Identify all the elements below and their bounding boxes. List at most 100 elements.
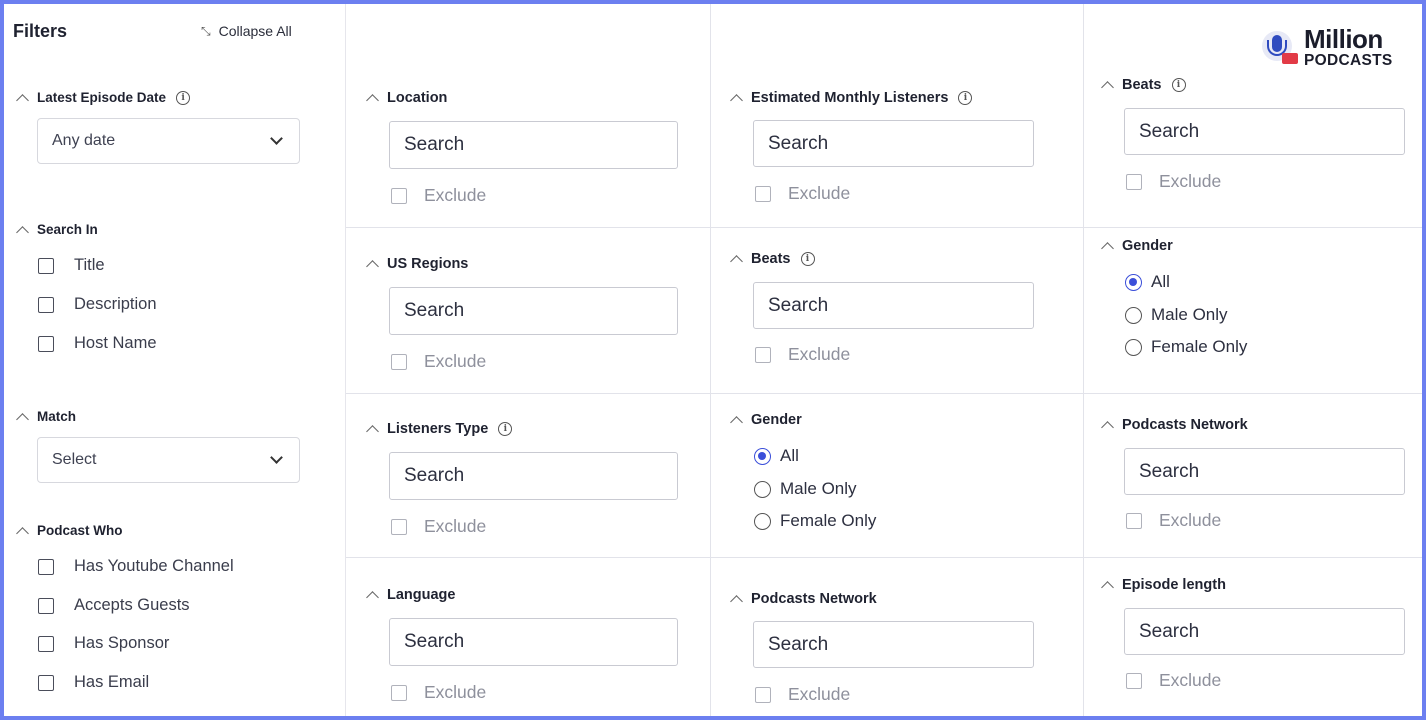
listeners-type-header[interactable]: Listeners Type i	[364, 421, 513, 438]
us-regions-header[interactable]: US Regions	[364, 256, 469, 273]
gender-header[interactable]: Gender	[728, 412, 802, 429]
radio-selected[interactable]	[754, 447, 771, 465]
podcasts-network-search-input-col3[interactable]: Search	[1124, 448, 1405, 495]
checkbox[interactable]	[391, 518, 407, 535]
search-in-host-name-checkbox[interactable]: Host Name	[38, 334, 157, 353]
location-search-input[interactable]: Search	[389, 121, 678, 169]
million-podcasts-logo: Million PODCASTS	[1260, 26, 1393, 69]
gender-header-col3[interactable]: Gender	[1099, 238, 1173, 255]
has-email-checkbox[interactable]: Has Email	[38, 673, 149, 692]
radio-label: Male Only	[780, 479, 857, 498]
exclude-label: Exclude	[424, 185, 487, 205]
us-regions-label: US Regions	[387, 256, 469, 272]
exclude-label: Exclude	[424, 682, 487, 702]
search-in-header[interactable]: Search In	[14, 222, 98, 239]
info-icon[interactable]: i	[498, 422, 513, 436]
us-regions-search-input[interactable]: Search	[389, 287, 678, 335]
info-icon[interactable]: i	[176, 90, 191, 105]
podcast-who-header[interactable]: Podcast Who	[14, 523, 123, 540]
checkbox[interactable]	[755, 686, 771, 703]
caret-up-icon	[730, 595, 743, 608]
episode-length-exclude-checkbox[interactable]: Exclude	[1126, 670, 1221, 691]
exclude-label: Exclude	[1159, 171, 1222, 191]
beats-search-input-col3[interactable]: Search	[1124, 108, 1405, 155]
podcast-who-label: Podcast Who	[37, 523, 123, 538]
checkbox[interactable]	[391, 353, 407, 370]
checkbox[interactable]	[755, 185, 771, 202]
checkbox[interactable]	[38, 597, 54, 614]
info-icon[interactable]: i	[958, 91, 973, 105]
radio[interactable]	[1125, 338, 1142, 356]
has-sponsor-checkbox[interactable]: Has Sponsor	[38, 634, 169, 653]
checkbox[interactable]	[38, 335, 54, 352]
search-in-description-checkbox[interactable]: Description	[38, 295, 157, 314]
gender-male-only-radio-col3[interactable]: Male Only	[1125, 305, 1228, 325]
podcasts-network-header-col3[interactable]: Podcasts Network	[1099, 417, 1248, 434]
checkbox[interactable]	[755, 346, 771, 363]
radio[interactable]	[754, 480, 771, 498]
checkbox[interactable]	[391, 187, 407, 204]
radio-selected[interactable]	[1125, 273, 1142, 291]
location-exclude-checkbox[interactable]: Exclude	[391, 185, 486, 206]
podcasts-network-search-input[interactable]: Search	[753, 621, 1034, 668]
location-header[interactable]: Location	[364, 90, 447, 107]
checkbox-label: Accepts Guests	[74, 596, 190, 614]
estimated-listeners-exclude-checkbox[interactable]: Exclude	[755, 183, 850, 204]
latest-episode-date-header[interactable]: Latest Episode Date i	[14, 90, 191, 107]
accepts-guests-checkbox[interactable]: Accepts Guests	[38, 596, 190, 615]
listeners-type-label: Listeners Type	[387, 421, 489, 437]
language-exclude-checkbox[interactable]: Exclude	[391, 682, 486, 703]
beats-label: Beats	[751, 251, 791, 267]
gender-female-only-radio[interactable]: Female Only	[754, 511, 876, 531]
checkbox[interactable]	[38, 558, 54, 575]
beats-search-input[interactable]: Search	[753, 282, 1034, 329]
checkbox[interactable]	[38, 674, 54, 691]
match-header[interactable]: Match	[14, 409, 76, 426]
checkbox-label: Has Youtube Channel	[74, 557, 234, 575]
beats-header[interactable]: Beats i	[728, 251, 815, 268]
checkbox[interactable]	[1126, 672, 1142, 689]
beats-exclude-checkbox-col3[interactable]: Exclude	[1126, 171, 1221, 192]
estimated-monthly-listeners-header[interactable]: Estimated Monthly Listeners i	[728, 90, 973, 107]
caret-up-icon	[16, 526, 29, 540]
podcasts-network-header[interactable]: Podcasts Network	[728, 591, 877, 608]
checkbox[interactable]	[38, 257, 54, 274]
gender-male-only-radio[interactable]: Male Only	[754, 479, 857, 499]
podcasts-network-exclude-checkbox[interactable]: Exclude	[755, 684, 850, 705]
gender-all-radio-col3[interactable]: All	[1125, 272, 1170, 292]
listeners-type-exclude-checkbox[interactable]: Exclude	[391, 516, 486, 537]
collapse-all-button[interactable]: ⤡ Collapse All	[201, 23, 292, 39]
caret-up-icon	[730, 416, 743, 429]
checkbox[interactable]	[1126, 512, 1142, 529]
radio[interactable]	[754, 512, 771, 530]
beats-header-col3[interactable]: Beats i	[1099, 77, 1186, 94]
info-icon[interactable]: i	[800, 252, 815, 266]
logo-line2: PODCASTS	[1304, 52, 1393, 69]
radio[interactable]	[1125, 306, 1142, 324]
search-in-title-checkbox[interactable]: Title	[38, 256, 105, 275]
checkbox[interactable]	[1126, 173, 1142, 190]
checkbox[interactable]	[38, 635, 54, 652]
us-regions-exclude-checkbox[interactable]: Exclude	[391, 351, 486, 372]
checkbox[interactable]	[391, 684, 407, 701]
gender-female-only-radio-col3[interactable]: Female Only	[1125, 337, 1247, 357]
match-dropdown[interactable]: Select	[37, 437, 300, 483]
episode-length-search-input[interactable]: Search	[1124, 608, 1405, 655]
collapse-all-label: Collapse All	[218, 23, 292, 39]
caret-up-icon	[366, 260, 379, 273]
caret-up-icon	[1101, 242, 1114, 255]
latest-episode-date-dropdown[interactable]: Any date	[37, 118, 300, 164]
checkbox[interactable]	[38, 296, 54, 313]
info-icon[interactable]: i	[1171, 78, 1186, 92]
gender-all-radio[interactable]: All	[754, 446, 799, 466]
language-header[interactable]: Language	[364, 587, 455, 604]
language-search-input[interactable]: Search	[389, 618, 678, 666]
episode-length-header[interactable]: Episode length	[1099, 577, 1226, 594]
listeners-type-search-input[interactable]: Search	[389, 452, 678, 500]
search-in-label: Search In	[37, 222, 98, 237]
estimated-listeners-search-input[interactable]: Search	[753, 120, 1034, 167]
podcasts-network-exclude-checkbox-col3[interactable]: Exclude	[1126, 510, 1221, 531]
caret-up-icon	[16, 225, 29, 239]
beats-exclude-checkbox[interactable]: Exclude	[755, 344, 850, 365]
has-youtube-channel-checkbox[interactable]: Has Youtube Channel	[38, 557, 234, 576]
